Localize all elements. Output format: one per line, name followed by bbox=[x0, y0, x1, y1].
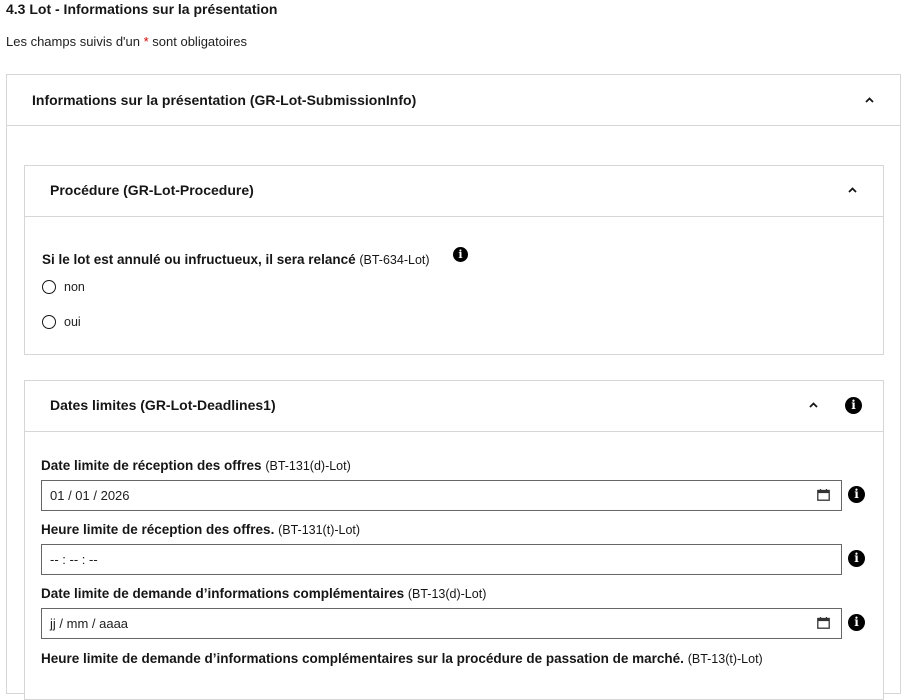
submission-info-title: Informations sur la présentation (GR-Lot… bbox=[32, 92, 417, 108]
info-request-time-code: (BT-13(t)-Lot) bbox=[687, 652, 763, 666]
deadlines-panel: Dates limites (GR-Lot-Deadlines1) i Date… bbox=[24, 380, 884, 700]
reception-date-code: (BT-131(d)-Lot) bbox=[265, 459, 351, 473]
procedure-header[interactable]: Procédure (GR-Lot-Procedure) bbox=[25, 166, 883, 217]
relaunch-question-code: (BT-634-Lot) bbox=[359, 253, 430, 267]
reception-date-label: Date limite de réception des offres (BT-… bbox=[41, 458, 351, 473]
info-request-date-input[interactable]: jj / mm / aaaa bbox=[41, 608, 842, 639]
info-icon[interactable]: i bbox=[848, 614, 865, 631]
radio-label-non: non bbox=[64, 280, 85, 294]
chevron-up-icon[interactable] bbox=[848, 187, 857, 193]
relaunch-question-label: Si le lot est annulé ou infructueux, il … bbox=[42, 252, 430, 267]
chevron-up-icon[interactable] bbox=[865, 97, 874, 103]
procedure-title: Procédure (GR-Lot-Procedure) bbox=[50, 182, 254, 198]
info-request-date-value: jj / mm / aaaa bbox=[50, 616, 129, 631]
required-note-suffix: sont obligatoires bbox=[148, 34, 247, 49]
info-icon[interactable]: i bbox=[845, 397, 862, 414]
deadlines-header[interactable]: Dates limites (GR-Lot-Deadlines1) i bbox=[25, 381, 883, 432]
info-request-time-label: Heure limite de demande d’informations c… bbox=[41, 651, 763, 666]
submission-info-header[interactable]: Informations sur la présentation (GR-Lot… bbox=[7, 75, 900, 126]
radio-oui[interactable]: oui bbox=[42, 315, 81, 329]
calendar-icon[interactable] bbox=[817, 489, 830, 501]
reception-date-text: Date limite de réception des offres bbox=[41, 458, 262, 473]
radio-non[interactable]: non bbox=[42, 280, 85, 294]
info-request-date-label: Date limite de demande d’informations co… bbox=[41, 586, 486, 601]
reception-date-value: 01 / 01 / 2026 bbox=[50, 488, 130, 503]
page-title: 4.3 Lot - Informations sur la présentati… bbox=[6, 1, 278, 17]
calendar-icon[interactable] bbox=[817, 617, 830, 629]
radio-circle[interactable] bbox=[42, 315, 56, 329]
info-request-time-text: Heure limite de demande d’informations c… bbox=[41, 651, 684, 666]
reception-time-value: -- : -- : -- bbox=[50, 552, 98, 567]
info-icon[interactable]: i bbox=[848, 486, 865, 503]
submission-info-panel: Informations sur la présentation (GR-Lot… bbox=[6, 74, 901, 700]
required-fields-note: Les champs suivis d'un * sont obligatoir… bbox=[6, 34, 247, 49]
reception-time-code: (BT-131(t)-Lot) bbox=[278, 523, 361, 537]
radio-label-oui: oui bbox=[64, 315, 81, 329]
radio-circle[interactable] bbox=[42, 280, 56, 294]
procedure-panel: Procédure (GR-Lot-Procedure) Si le lot e… bbox=[24, 165, 884, 355]
deadlines-title: Dates limites (GR-Lot-Deadlines1) bbox=[50, 397, 276, 413]
required-note-prefix: Les champs suivis d'un bbox=[6, 34, 144, 49]
info-request-date-text: Date limite de demande d’informations co… bbox=[41, 586, 405, 601]
info-icon[interactable]: i bbox=[453, 247, 468, 262]
reception-time-text: Heure limite de réception des offres. bbox=[41, 522, 275, 537]
chevron-up-icon[interactable] bbox=[809, 402, 818, 408]
reception-date-input[interactable]: 01 / 01 / 2026 bbox=[41, 480, 842, 511]
reception-time-input[interactable]: -- : -- : -- bbox=[41, 544, 842, 575]
reception-time-label: Heure limite de réception des offres. (B… bbox=[41, 522, 360, 537]
relaunch-question-text: Si le lot est annulé ou infructueux, il … bbox=[42, 252, 356, 267]
info-icon[interactable]: i bbox=[848, 550, 865, 567]
info-request-date-code: (BT-13(d)-Lot) bbox=[407, 587, 487, 601]
